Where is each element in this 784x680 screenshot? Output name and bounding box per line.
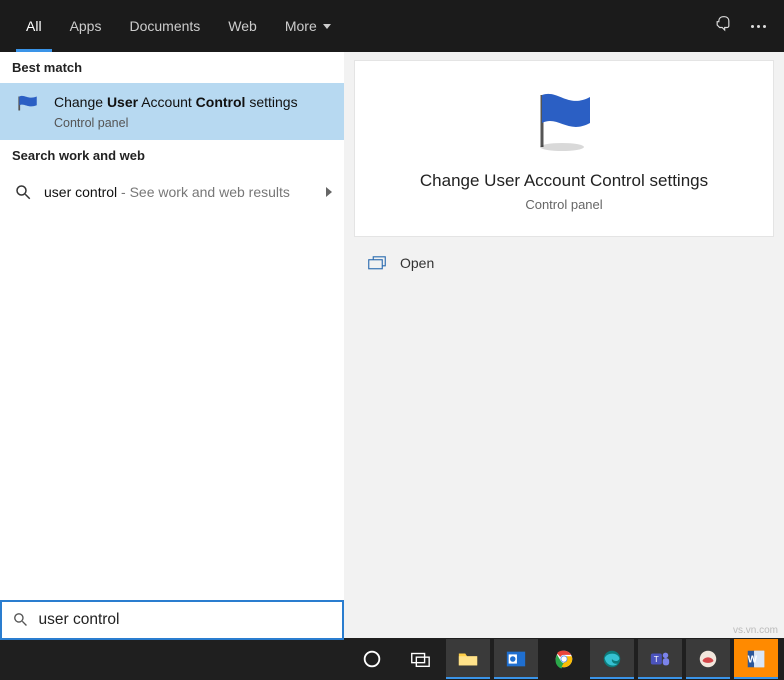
taskbar-taskview[interactable] (398, 639, 442, 679)
feedback-icon[interactable] (713, 15, 733, 38)
open-label: Open (400, 255, 434, 271)
tab-all[interactable]: All (12, 0, 56, 52)
tab-more[interactable]: More (271, 0, 345, 52)
taskbar-app-generic[interactable] (686, 639, 730, 679)
open-icon (368, 256, 386, 270)
search-work-web-header: Search work and web (0, 140, 344, 171)
best-match-header: Best match (0, 52, 344, 83)
taskbar-cortana[interactable] (350, 639, 394, 679)
taskbar-file-explorer[interactable] (446, 639, 490, 679)
uac-shield-flag-icon (14, 93, 42, 121)
results-panel: Best match Change User Account Control s… (0, 52, 344, 640)
taskbar-word[interactable]: W (734, 639, 778, 679)
tab-web[interactable]: Web (214, 0, 271, 52)
result-subtitle: Control panel (54, 116, 298, 130)
taskbar-edge[interactable] (590, 639, 634, 679)
taskbar-chrome[interactable] (542, 639, 586, 679)
svg-text:W: W (748, 655, 758, 666)
taskbar-outlook[interactable] (494, 639, 538, 679)
result-change-uac[interactable]: Change User Account Control settings Con… (0, 83, 344, 140)
search-web-text: user control - See work and web results (44, 184, 290, 200)
preview-card: Change User Account Control settings Con… (354, 60, 774, 237)
chevron-down-icon (323, 24, 331, 29)
taskbar-left-gap (0, 640, 344, 680)
svg-text:T: T (654, 655, 659, 664)
tab-more-label: More (285, 18, 317, 34)
uac-shield-flag-icon (528, 89, 600, 153)
taskbar: T W (344, 638, 784, 680)
search-icon (14, 183, 32, 201)
watermark: vs.vn.com (733, 625, 778, 636)
preview-subtitle: Control panel (525, 197, 602, 212)
preview-panel: Change User Account Control settings Con… (344, 52, 784, 640)
options-icon[interactable] (751, 25, 766, 28)
search-filter-tabbar: All Apps Documents Web More (0, 0, 784, 52)
taskbar-teams[interactable]: T (638, 639, 682, 679)
search-web-row[interactable]: user control - See work and web results (0, 171, 344, 213)
search-input[interactable] (39, 611, 332, 629)
preview-title: Change User Account Control settings (420, 171, 708, 191)
open-action[interactable]: Open (344, 237, 784, 289)
tab-apps[interactable]: Apps (56, 0, 116, 52)
search-box[interactable] (0, 600, 344, 640)
search-icon (12, 611, 29, 629)
tab-documents[interactable]: Documents (115, 0, 214, 52)
result-title: Change User Account Control settings (54, 93, 298, 112)
chevron-right-icon (326, 187, 332, 197)
